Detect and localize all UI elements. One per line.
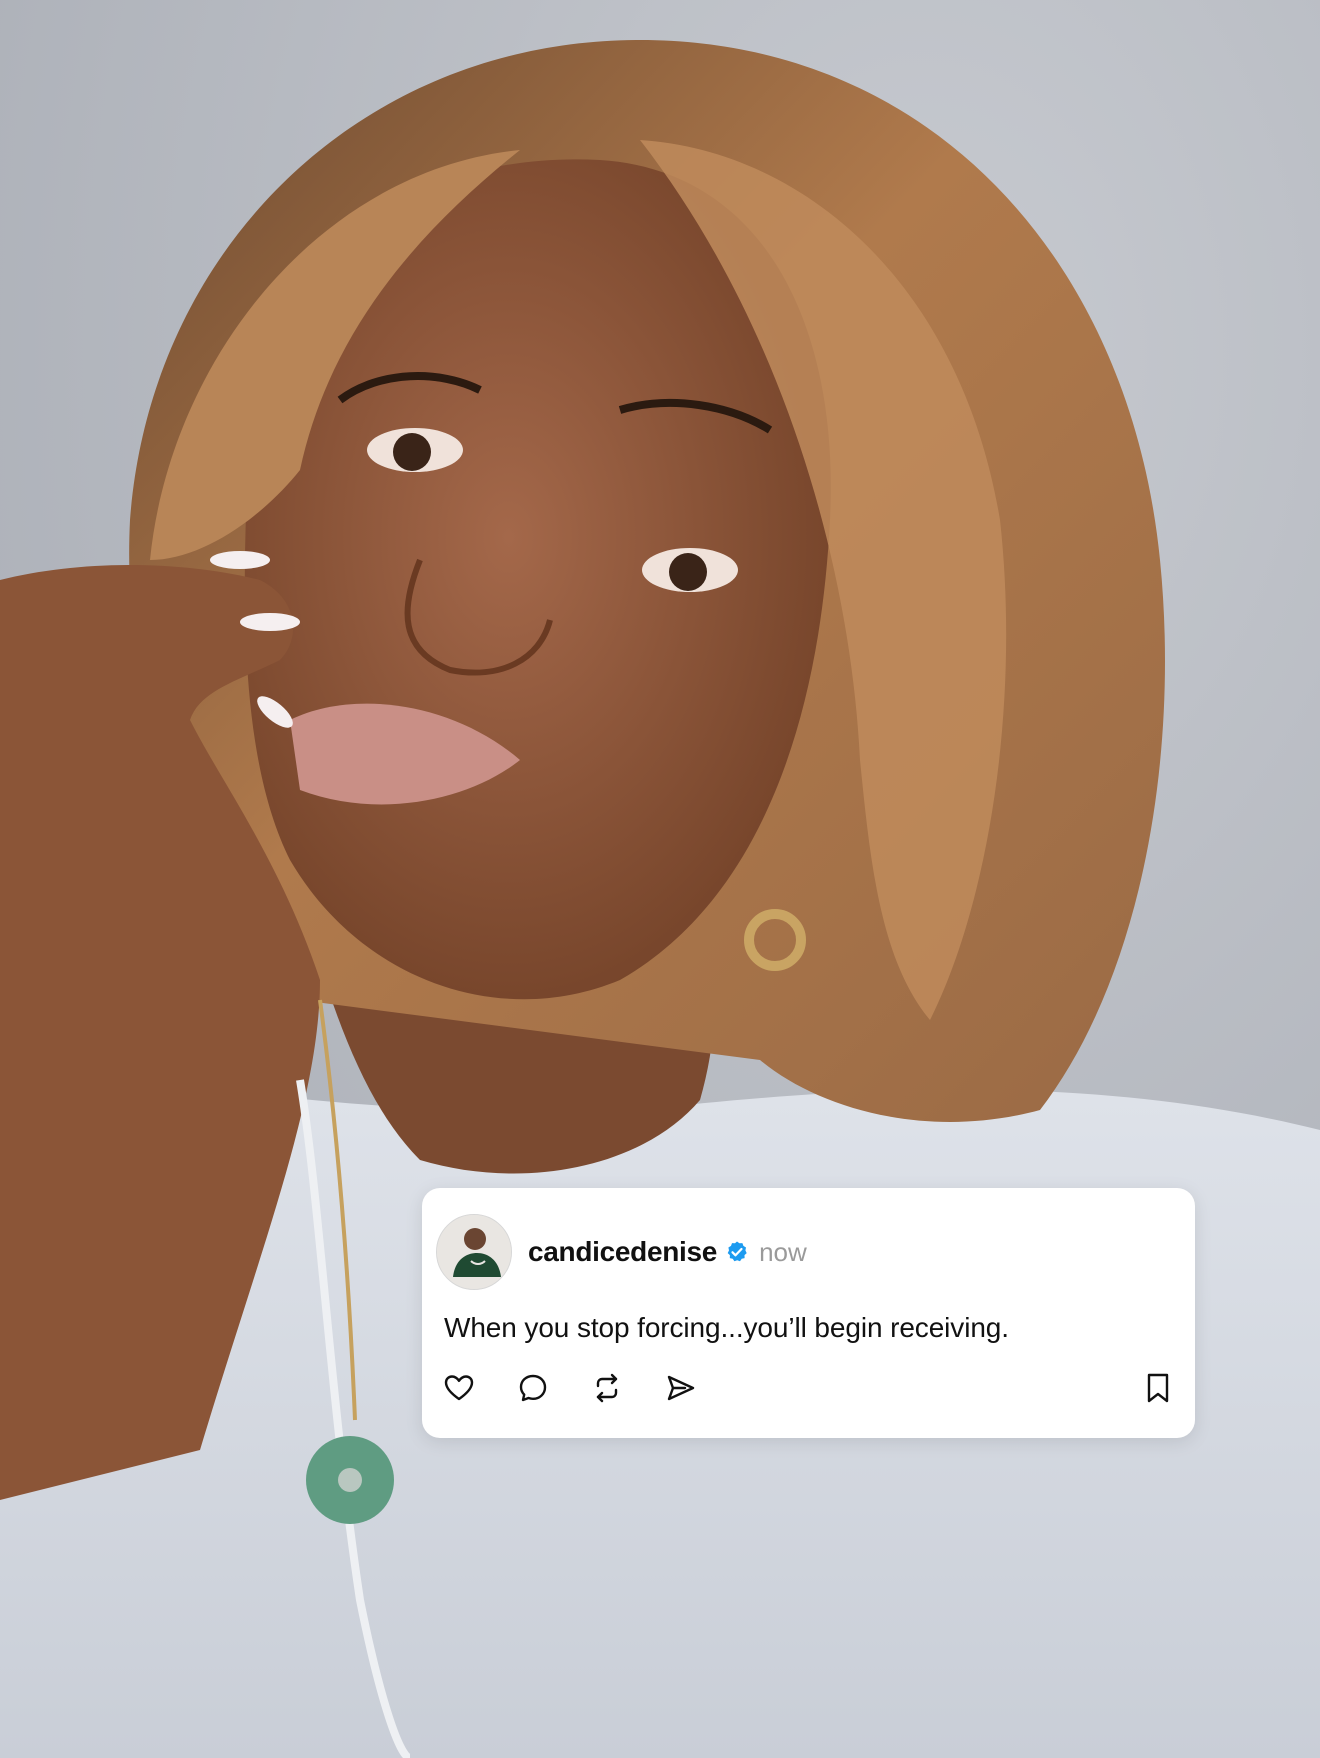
save-button[interactable] [1141,1370,1175,1406]
profile-photo-icon [437,1215,511,1289]
share-icon [667,1375,695,1401]
bookmark-icon [1147,1373,1169,1403]
post-card: candicedenise now When you stop forcing.… [422,1188,1195,1438]
comment-icon [519,1374,547,1402]
post-text: When you stop forcing...you’ll begin rec… [444,1312,1009,1343]
username[interactable]: candicedenise [528,1236,717,1268]
user-avatar[interactable] [436,1214,512,1290]
repost-button[interactable] [590,1371,624,1405]
share-button[interactable] [664,1371,698,1405]
repost-icon [596,1373,618,1403]
verified-badge-icon [725,1240,749,1264]
background-photo [0,0,1320,1758]
comment-button[interactable] [516,1371,550,1405]
like-button[interactable] [442,1371,476,1405]
heart-icon [444,1375,474,1401]
post-header: candicedenise now [528,1232,807,1272]
post-actions [442,1366,698,1410]
post-timestamp: now [759,1236,807,1267]
